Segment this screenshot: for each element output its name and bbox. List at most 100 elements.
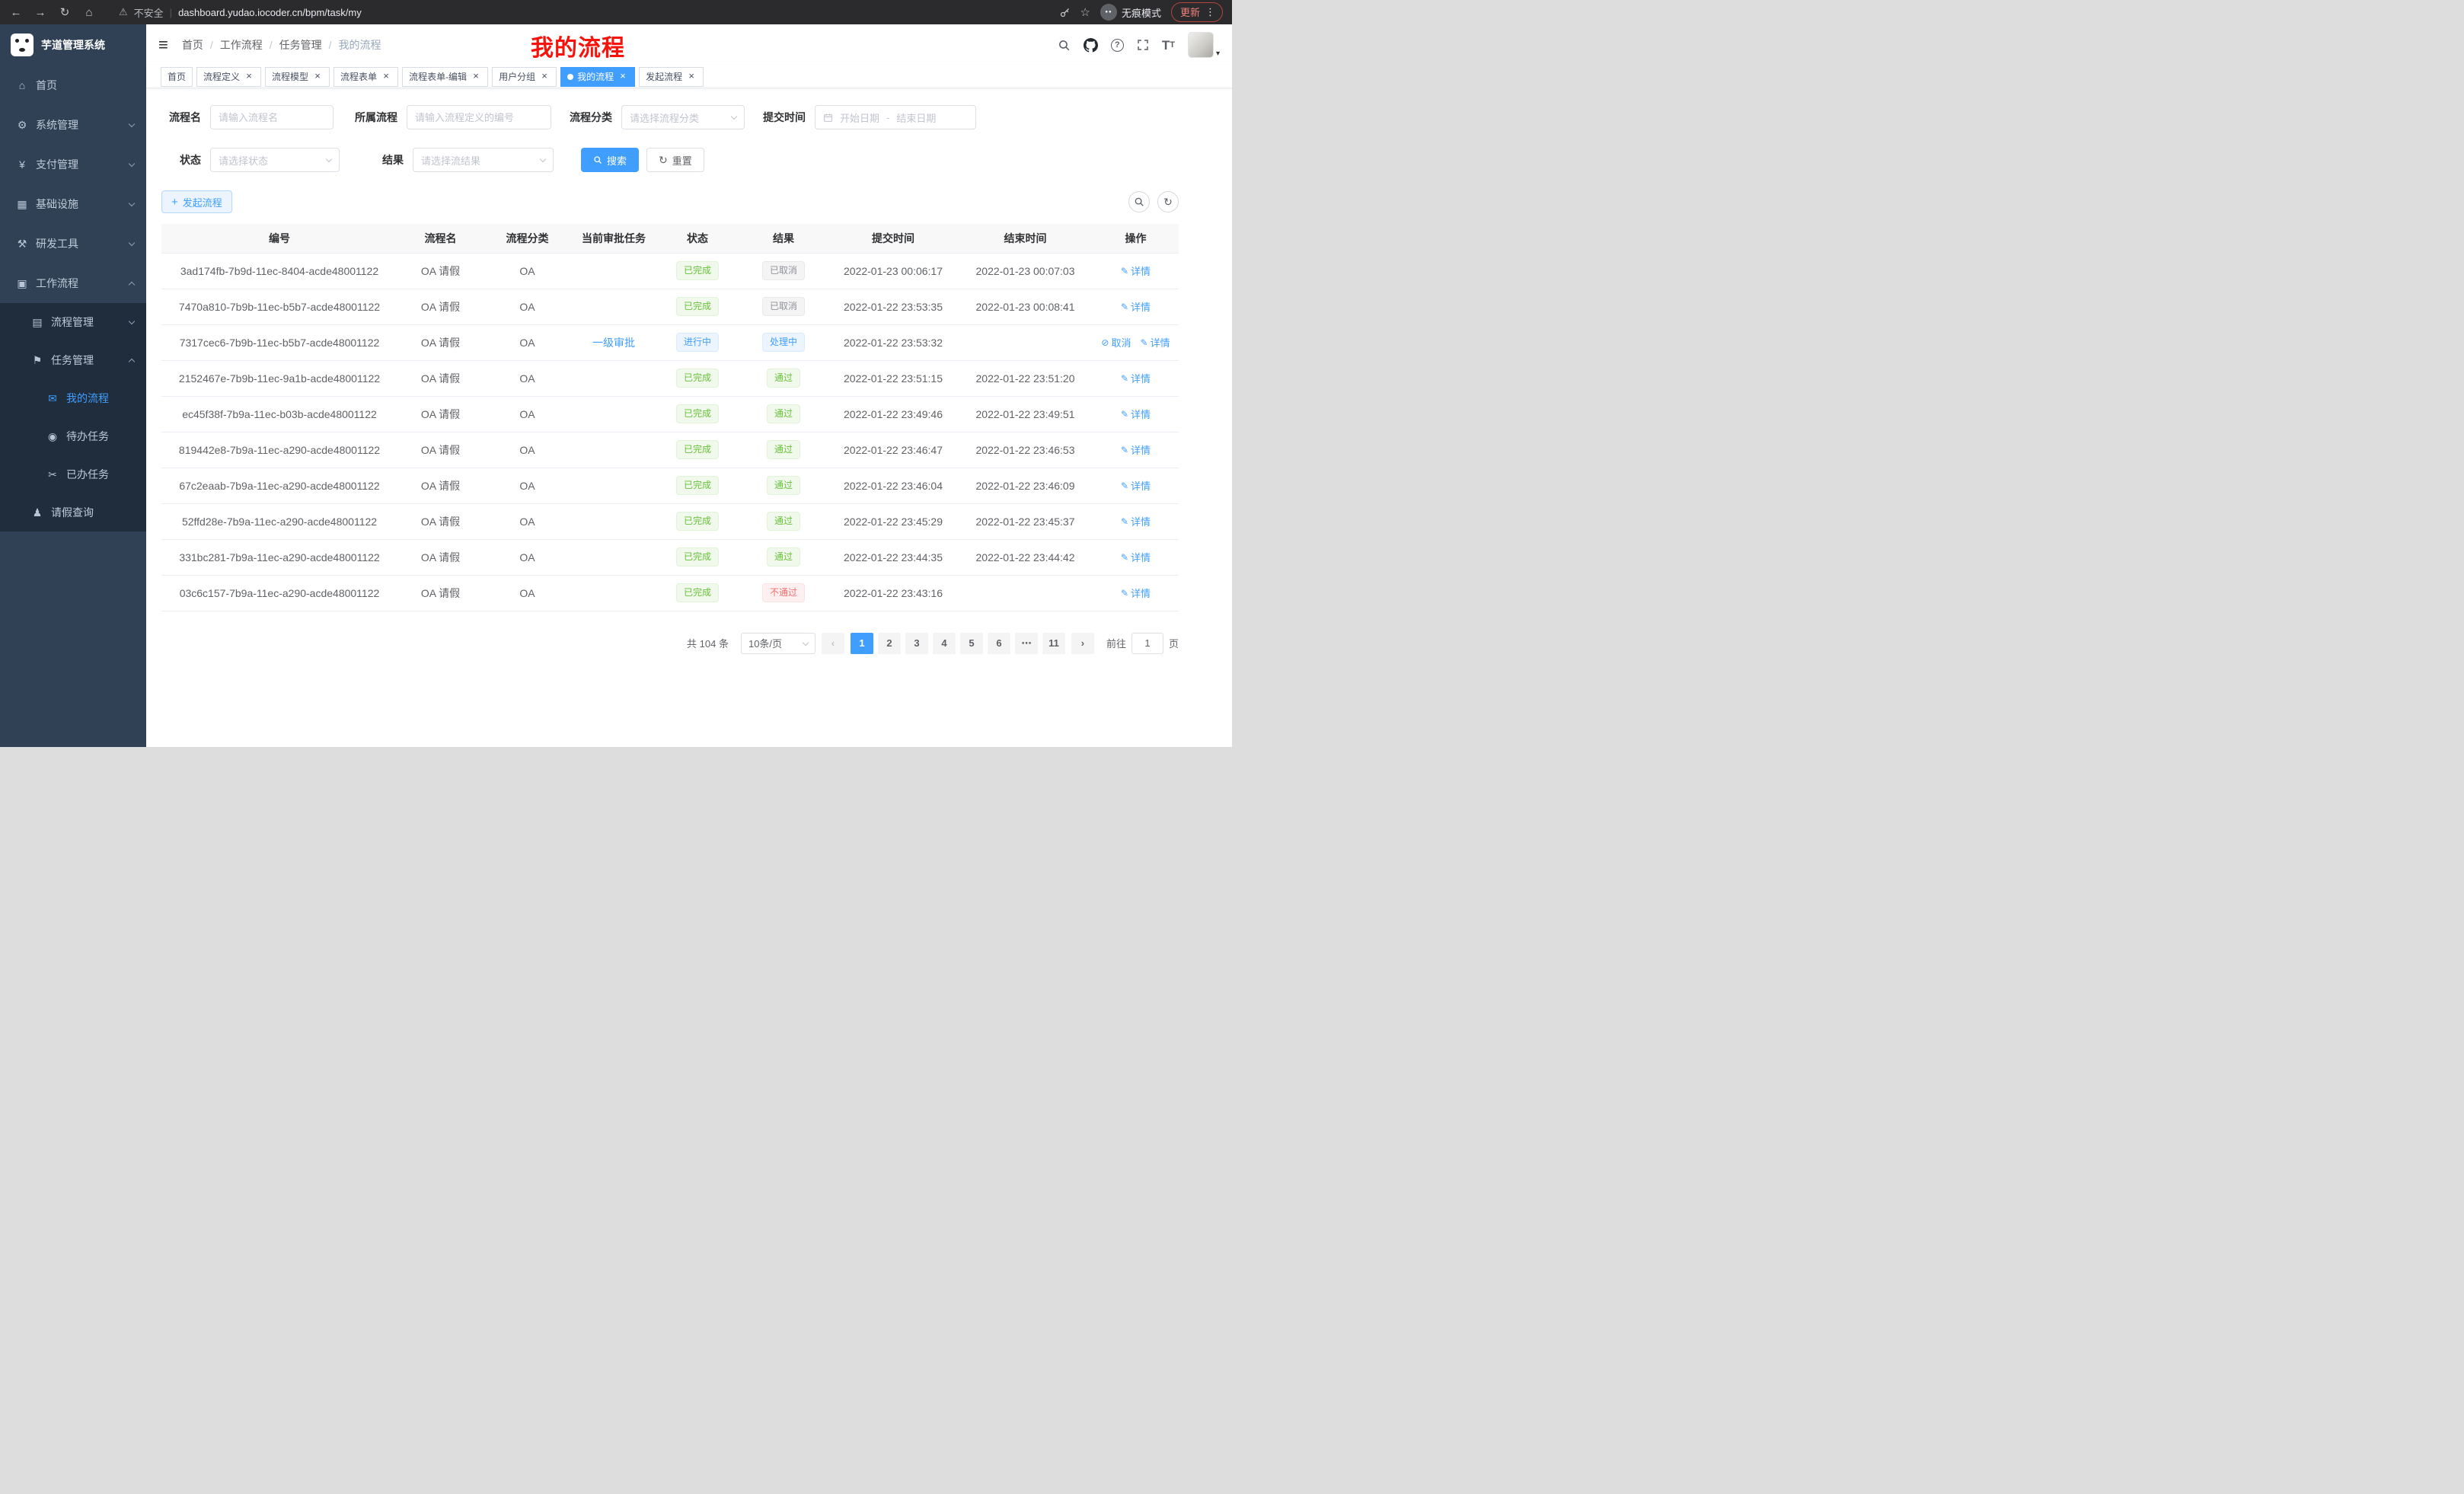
address-bar[interactable]: ⚠ 不安全 | dashboard.yudao.iocoder.cn/bpm/t… <box>119 5 362 20</box>
tags-view: 首页流程定义×流程模型×流程表单×流程表单-编辑×用户分组×我的流程×发起流程× <box>146 65 1232 88</box>
reload-icon[interactable]: ↻ <box>58 5 72 19</box>
close-icon[interactable]: × <box>539 72 550 82</box>
key-icon[interactable] <box>1059 7 1071 18</box>
browser-menu-icon[interactable]: ⋮ <box>1205 6 1215 18</box>
detail-action-button[interactable]: ✎详情 <box>1121 263 1151 278</box>
breadcrumb-task[interactable]: 任务管理 <box>279 37 322 53</box>
detail-action-button[interactable]: ✎详情 <box>1121 514 1151 528</box>
cell-status: 已完成 <box>656 396 739 432</box>
tab-我的流程[interactable]: 我的流程× <box>560 67 635 87</box>
detail-action-button[interactable]: ✎详情 <box>1121 299 1151 314</box>
sidebar-item-eye[interactable]: ◉待办任务 <box>0 417 146 455</box>
breadcrumb-home[interactable]: 首页 <box>182 37 203 53</box>
result-select[interactable]: 请选择流结果 <box>413 148 554 172</box>
breadcrumb-workflow[interactable]: 工作流程 <box>220 37 263 53</box>
breadcrumb-separator: / <box>329 39 332 51</box>
page-size-select[interactable]: 10条/页 <box>741 633 815 654</box>
date-separator: - <box>886 112 889 123</box>
cell-category: OA <box>484 396 571 432</box>
sidebar-item-infra[interactable]: ▦基础设施 <box>0 184 146 224</box>
table-refresh-button[interactable]: ↻ <box>1157 191 1179 212</box>
detail-action-button[interactable]: ✎详情 <box>1121 550 1151 564</box>
sidebar-item-yen[interactable]: ¥支付管理 <box>0 145 146 184</box>
detail-action-button[interactable]: ✎详情 <box>1121 371 1151 385</box>
help-icon[interactable]: ? <box>1111 39 1124 52</box>
close-icon[interactable]: × <box>381 72 391 82</box>
detail-action-button[interactable]: ✎详情 <box>1141 335 1170 350</box>
table-row: 03c6c157-7b9a-11ec-a290-acde48001122OA 请… <box>161 575 1179 611</box>
sidebar-item-chat[interactable]: ✉我的流程 <box>0 379 146 417</box>
font-size-icon[interactable]: TT <box>1162 39 1175 52</box>
avatar[interactable] <box>1188 32 1214 58</box>
table-row: 52ffd28e-7b9a-11ec-a290-acde48001122OA 请… <box>161 503 1179 539</box>
github-icon[interactable] <box>1084 38 1098 53</box>
tab-流程定义[interactable]: 流程定义× <box>196 67 261 87</box>
sidebar-item-check[interactable]: ✂已办任务 <box>0 455 146 493</box>
tab-流程模型[interactable]: 流程模型× <box>265 67 330 87</box>
back-icon[interactable]: ← <box>9 6 23 19</box>
page-button-5[interactable]: 5 <box>960 633 983 654</box>
tab-发起流程[interactable]: 发起流程× <box>639 67 704 87</box>
detail-action-button[interactable]: ✎详情 <box>1121 442 1151 457</box>
cell-id: 03c6c157-7b9a-11ec-a290-acde48001122 <box>161 575 397 611</box>
sidebar-item-user[interactable]: ♟请假查询 <box>0 493 146 532</box>
bookmark-star-icon[interactable]: ☆ <box>1080 5 1090 19</box>
page-button-6[interactable]: 6 <box>988 633 1010 654</box>
browser-home-icon[interactable]: ⌂ <box>82 6 96 19</box>
close-icon[interactable]: × <box>312 72 323 82</box>
detail-action-button[interactable]: ✎详情 <box>1121 407 1151 421</box>
fullscreen-icon[interactable] <box>1137 39 1149 51</box>
close-icon[interactable]: × <box>471 72 481 82</box>
close-icon[interactable]: × <box>686 72 697 82</box>
close-icon[interactable]: × <box>618 72 628 82</box>
status-select[interactable]: 请选择状态 <box>210 148 340 172</box>
current-task-link[interactable]: 一级审批 <box>592 335 635 350</box>
cell-process-name: OA 请假 <box>397 253 484 289</box>
sidebar-item-home[interactable]: ⌂首页 <box>0 65 146 105</box>
forward-icon[interactable]: → <box>34 6 47 19</box>
page-button-4[interactable]: 4 <box>933 633 956 654</box>
table-search-button[interactable] <box>1128 191 1150 212</box>
detail-action-button[interactable]: ✎详情 <box>1121 586 1151 600</box>
search-button[interactable]: 搜索 <box>581 148 639 172</box>
tab-流程表单[interactable]: 流程表单× <box>334 67 398 87</box>
tab-首页[interactable]: 首页 <box>161 67 193 87</box>
start-date-placeholder[interactable]: 开始日期 <box>840 110 879 125</box>
search-icon[interactable] <box>1058 39 1071 52</box>
sidebar-item-tools[interactable]: ⚒研发工具 <box>0 224 146 263</box>
page-button-2[interactable]: 2 <box>878 633 901 654</box>
reset-button[interactable]: ↻ 重置 <box>646 148 704 172</box>
status-badge: 进行中 <box>676 333 719 351</box>
tab-流程表单-编辑[interactable]: 流程表单-编辑× <box>402 67 488 87</box>
goto-page-input[interactable] <box>1131 633 1163 654</box>
user-menu[interactable]: ▾ <box>1188 32 1220 58</box>
process-name-input[interactable] <box>210 105 334 129</box>
edit-icon: ✎ <box>1141 337 1148 348</box>
cell-actions: ⊘取消 ✎详情 <box>1093 324 1179 360</box>
edit-icon: ✎ <box>1121 516 1128 527</box>
page-button-3[interactable]: 3 <box>905 633 928 654</box>
logo-bar[interactable]: 芋道管理系统 <box>0 24 146 65</box>
tab-用户分组[interactable]: 用户分组× <box>492 67 557 87</box>
next-page-button[interactable]: › <box>1071 633 1094 654</box>
end-date-placeholder[interactable]: 结束日期 <box>896 110 936 125</box>
process-definition-input[interactable] <box>407 105 551 129</box>
date-range-picker[interactable]: 开始日期 - 结束日期 <box>815 105 976 129</box>
sidebar-item-gear[interactable]: ⚙系统管理 <box>0 105 146 145</box>
hamburger-icon[interactable]: ≡ <box>158 37 168 53</box>
sidebar-item-workflow[interactable]: ▣工作流程 <box>0 263 146 303</box>
pager-more-button[interactable]: ⋯ <box>1015 633 1038 654</box>
prev-page-button[interactable]: ‹ <box>822 633 844 654</box>
result-badge: 通过 <box>767 440 800 458</box>
update-button[interactable]: 更新 ⋮ <box>1171 2 1223 22</box>
page-button-1[interactable]: 1 <box>851 633 873 654</box>
category-select[interactable]: 请选择流程分类 <box>621 105 745 129</box>
detail-action-button[interactable]: ✎详情 <box>1121 478 1151 493</box>
create-process-button[interactable]: + 发起流程 <box>161 190 232 213</box>
page-button-11[interactable]: 11 <box>1042 633 1065 654</box>
gear-icon: ⚙ <box>15 119 29 132</box>
sidebar-item-process[interactable]: ▤流程管理 <box>0 303 146 341</box>
cancel-action-button[interactable]: ⊘取消 <box>1101 335 1131 350</box>
close-icon[interactable]: × <box>244 72 254 82</box>
sidebar-item-task[interactable]: ⚑任务管理 <box>0 341 146 379</box>
